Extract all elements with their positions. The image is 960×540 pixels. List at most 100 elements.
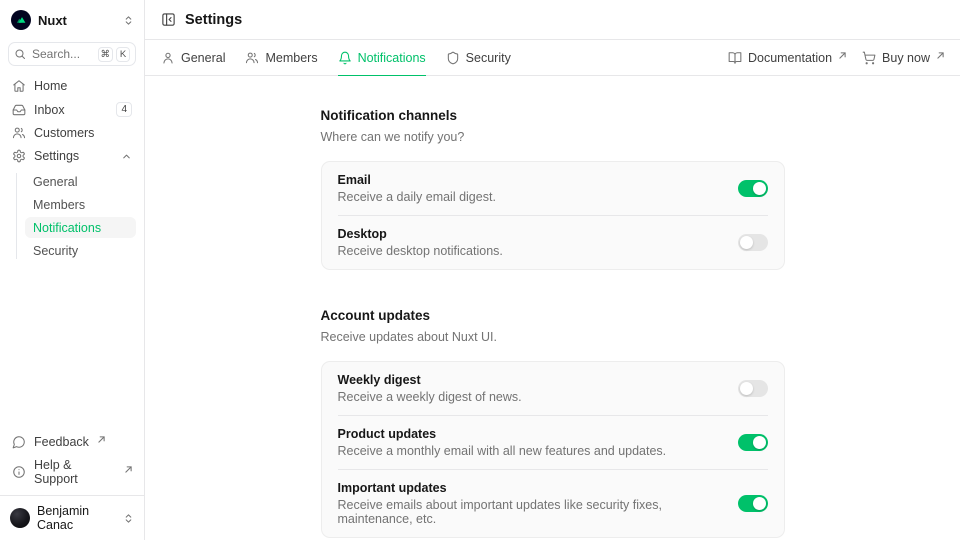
setting-row-product-updates: Product updates Receive a monthly email …	[322, 416, 784, 469]
sidebar: Nuxt Search... ⌘ K	[0, 0, 145, 540]
bell-icon	[338, 51, 352, 65]
documentation-button[interactable]: Documentation	[728, 51, 846, 65]
sidebar-footer: Feedback Help & Support	[0, 432, 144, 495]
setting-title: Desktop	[338, 227, 722, 241]
sidebar-item-settings[interactable]: Settings	[8, 146, 136, 166]
sidebar-item-help-support[interactable]: Help & Support	[8, 455, 136, 489]
section-account-updates: Account updates Receive updates about Nu…	[321, 308, 785, 538]
tab-label: Members	[265, 51, 317, 65]
section-notification-channels: Notification channels Where can we notif…	[321, 108, 785, 270]
search-placeholder: Search...	[32, 47, 80, 61]
cart-icon	[862, 51, 876, 65]
sub-item-label: Members	[33, 198, 85, 212]
shield-icon	[446, 51, 460, 65]
product-updates-toggle[interactable]	[738, 434, 768, 451]
search-input[interactable]: Search... ⌘ K	[8, 42, 136, 66]
sidebar-item-label: Customers	[34, 126, 94, 140]
external-link-icon	[98, 436, 105, 443]
tab-security[interactable]: Security	[446, 40, 511, 75]
sidebar-spacer	[0, 261, 144, 432]
page-title: Settings	[185, 12, 242, 28]
setting-description: Receive a daily email digest.	[338, 190, 722, 204]
sidebar-item-members[interactable]: Members	[25, 194, 136, 215]
kbd-k: K	[116, 47, 130, 62]
setting-description: Receive a monthly email with all new fea…	[338, 444, 722, 458]
user-menu[interactable]: Benjamin Canac	[0, 496, 144, 540]
sidebar-item-security[interactable]: Security	[25, 240, 136, 261]
setting-row-desktop: Desktop Receive desktop notifications.	[322, 216, 784, 269]
header-actions: Documentation Buy now	[728, 40, 944, 75]
section-description: Receive updates about Nuxt UI.	[321, 330, 785, 344]
important-updates-toggle[interactable]	[738, 495, 768, 512]
sidebar-item-label: Home	[34, 79, 67, 93]
setting-description: Receive desktop notifications.	[338, 244, 722, 258]
setting-title: Product updates	[338, 427, 722, 441]
setting-text: Important updates Receive emails about i…	[338, 481, 738, 526]
external-link-icon	[839, 52, 846, 59]
nuxt-logo-icon	[11, 10, 31, 30]
tree-line	[16, 173, 17, 259]
book-open-icon	[728, 51, 742, 65]
sidebar-nav: Home Inbox 4 C	[0, 76, 144, 261]
weekly-digest-toggle[interactable]	[738, 380, 768, 397]
setting-text: Email Receive a daily email digest.	[338, 173, 738, 204]
sidebar-item-label: Inbox	[34, 103, 65, 117]
sub-item-label: Notifications	[33, 221, 101, 235]
chevron-up-icon	[121, 151, 132, 162]
user-name: Benjamin Canac	[37, 504, 116, 532]
home-icon	[12, 79, 26, 93]
external-link-icon	[937, 52, 944, 59]
settings-sub-nav: General Members Notifications Security	[8, 171, 136, 261]
sidebar-item-inbox[interactable]: Inbox 4	[8, 99, 136, 120]
inbox-count-badge: 4	[116, 102, 132, 117]
sidebar-item-general[interactable]: General	[25, 171, 136, 192]
desktop-toggle[interactable]	[738, 234, 768, 251]
sidebar-item-notifications[interactable]: Notifications	[25, 217, 136, 238]
tab-general[interactable]: General	[161, 40, 225, 75]
tabs: General Members	[161, 40, 511, 75]
setting-text: Desktop Receive desktop notifications.	[338, 227, 738, 258]
setting-text: Weekly digest Receive a weekly digest of…	[338, 373, 738, 404]
section-title: Account updates	[321, 308, 785, 323]
users-icon	[12, 126, 26, 140]
sub-item-label: General	[33, 175, 77, 189]
sub-item-label: Security	[33, 244, 78, 258]
users-icon	[245, 51, 259, 65]
inbox-icon	[12, 103, 26, 117]
tab-label: Security	[466, 51, 511, 65]
app-window: Nuxt Search... ⌘ K	[0, 0, 960, 540]
kbd-cmd: ⌘	[98, 47, 114, 62]
chevron-up-down-icon	[123, 513, 134, 524]
tab-label: Notifications	[358, 51, 426, 65]
buy-now-button[interactable]: Buy now	[862, 51, 944, 65]
section-title: Notification channels	[321, 108, 785, 123]
content-column: Notification channels Where can we notif…	[321, 108, 785, 538]
sidebar-item-feedback[interactable]: Feedback	[8, 432, 136, 452]
user-icon	[161, 51, 175, 65]
setting-row-important-updates: Important updates Receive emails about i…	[322, 470, 784, 537]
setting-title: Weekly digest	[338, 373, 722, 387]
sidebar-item-label: Settings	[34, 149, 79, 163]
setting-text: Product updates Receive a monthly email …	[338, 427, 738, 458]
tab-notifications[interactable]: Notifications	[338, 40, 426, 75]
tab-label: General	[181, 51, 225, 65]
sidebar-item-home[interactable]: Home	[8, 76, 136, 96]
search-icon	[14, 48, 26, 60]
sidebar-item-label: Feedback	[34, 435, 89, 449]
user-avatar	[10, 508, 30, 528]
workspace-name: Nuxt	[38, 13, 67, 28]
settings-card: Weekly digest Receive a weekly digest of…	[321, 361, 785, 538]
settings-card: Email Receive a daily email digest. Desk…	[321, 161, 785, 270]
search-kbd-shortcuts: ⌘ K	[98, 47, 131, 62]
email-toggle[interactable]	[738, 180, 768, 197]
main-panel: Settings General	[145, 0, 960, 540]
panel-left-icon[interactable]	[161, 12, 176, 27]
sidebar-item-customers[interactable]: Customers	[8, 123, 136, 143]
workspace-selector[interactable]: Nuxt	[0, 0, 144, 37]
external-link-icon	[125, 466, 132, 473]
tab-members[interactable]: Members	[245, 40, 317, 75]
setting-row-weekly-digest: Weekly digest Receive a weekly digest of…	[322, 362, 784, 415]
settings-content: Notification channels Where can we notif…	[145, 76, 960, 540]
setting-title: Email	[338, 173, 722, 187]
gear-icon	[12, 149, 26, 163]
